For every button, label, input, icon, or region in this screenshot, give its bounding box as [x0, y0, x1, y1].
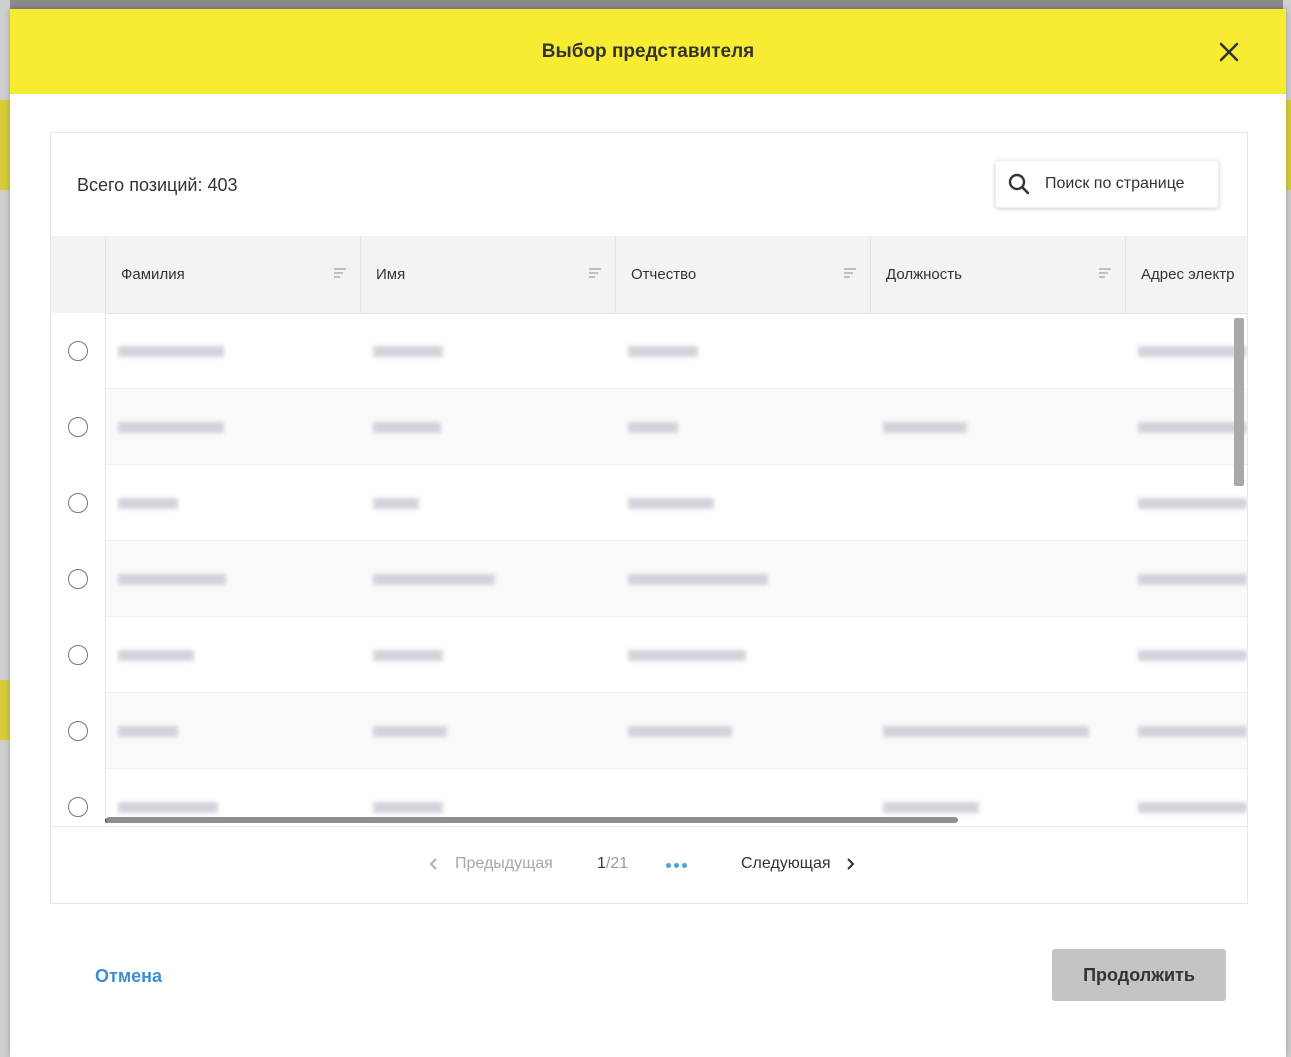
- redacted-cell: [628, 726, 732, 737]
- select-cell: [51, 465, 106, 541]
- horizontal-scrollbar[interactable]: [106, 817, 958, 823]
- select-cell: [51, 693, 106, 769]
- redacted-cell: [883, 422, 967, 433]
- redacted-cell: [118, 422, 224, 433]
- redacted-cell: [373, 498, 419, 509]
- redacted-cell: [1138, 574, 1247, 585]
- redacted-cell: [1138, 650, 1247, 661]
- redacted-cell: [118, 346, 224, 357]
- table-header: Фамилия Имя Отчество Должность Адрес эле…: [51, 236, 1247, 314]
- sort-icon[interactable]: [589, 267, 601, 279]
- column-header-email[interactable]: Адрес электр: [1126, 236, 1247, 313]
- close-icon: [1219, 42, 1239, 62]
- redacted-cell: [1138, 498, 1247, 509]
- select-cell: [51, 617, 106, 693]
- redacted-cell: [373, 422, 441, 433]
- redacted-cell: [118, 574, 226, 585]
- cancel-button[interactable]: Отмена: [95, 966, 162, 987]
- vertical-scrollbar[interactable]: [1234, 318, 1244, 486]
- header-select-cell: [51, 236, 106, 313]
- redacted-cell: [628, 498, 714, 509]
- chevron-left-icon: [429, 858, 437, 870]
- sort-icon[interactable]: [1099, 267, 1111, 279]
- pagination: Предыдущая 1/21 Следующая: [51, 826, 1247, 903]
- column-label: Должность: [886, 266, 962, 283]
- column-header-position[interactable]: Должность: [871, 236, 1126, 313]
- redacted-cell: [373, 726, 447, 737]
- row-radio[interactable]: [68, 569, 88, 589]
- redacted-cell: [628, 422, 678, 433]
- redacted-cell: [883, 726, 1089, 737]
- search-box[interactable]: [995, 160, 1219, 208]
- column-label: Фамилия: [121, 266, 185, 283]
- select-cell: [51, 389, 106, 465]
- redacted-cell: [628, 650, 746, 661]
- table-row[interactable]: [51, 541, 1247, 617]
- close-button[interactable]: [1212, 35, 1246, 69]
- dot: [682, 863, 687, 868]
- redacted-cell: [1138, 346, 1247, 357]
- select-cell: [51, 541, 106, 617]
- redacted-cell: [1138, 726, 1247, 737]
- redacted-cell: [373, 650, 443, 661]
- previous-label: Предыдущая: [455, 855, 553, 872]
- next-page-button[interactable]: Следующая: [741, 855, 855, 873]
- redacted-cell: [628, 574, 768, 585]
- redacted-cell: [1138, 422, 1247, 433]
- table-row[interactable]: [51, 389, 1247, 465]
- backdrop-highlight: [0, 100, 10, 190]
- column-label: Имя: [376, 266, 406, 283]
- row-radio[interactable]: [68, 721, 88, 741]
- select-cell: [51, 769, 106, 825]
- search-icon: [1008, 173, 1030, 195]
- modal-header: Выбор представителя: [10, 9, 1286, 94]
- column-header-firstname[interactable]: Имя: [361, 236, 616, 313]
- table-row[interactable]: [51, 465, 1247, 541]
- column-header-lastname[interactable]: Фамилия: [106, 236, 361, 313]
- redacted-cell: [118, 498, 178, 509]
- total-pages: /21: [605, 855, 629, 872]
- redacted-cell: [373, 802, 443, 813]
- sort-icon[interactable]: [844, 267, 856, 279]
- backdrop-highlight: [0, 680, 10, 740]
- previous-page-button[interactable]: Предыдущая: [429, 855, 553, 873]
- chevron-right-icon: [846, 858, 854, 870]
- redacted-cell: [883, 802, 979, 813]
- select-cell: [51, 313, 106, 389]
- redacted-cell: [118, 650, 194, 661]
- sort-icon[interactable]: [334, 267, 346, 279]
- column-label: Отчество: [631, 266, 697, 283]
- current-page: 1: [597, 855, 606, 872]
- next-label: Следующая: [741, 855, 831, 872]
- total-count: Всего позиций: 403: [77, 175, 238, 195]
- table-row[interactable]: [51, 693, 1247, 769]
- redacted-cell: [118, 802, 218, 813]
- row-radio[interactable]: [68, 645, 88, 665]
- table-card: Всего позиций: 403 Фамилия Имя: [50, 132, 1248, 904]
- modal-title: Выбор представителя: [541, 40, 755, 62]
- search-input[interactable]: [1045, 175, 1215, 193]
- column-header-patronymic[interactable]: Отчество: [616, 236, 871, 313]
- representative-modal: Выбор представителя Всего позиций: 403 Ф…: [10, 9, 1286, 1057]
- dot: [674, 863, 679, 868]
- redacted-cell: [628, 346, 698, 357]
- redacted-cell: [373, 574, 495, 585]
- row-radio[interactable]: [68, 493, 88, 513]
- dot: [666, 863, 671, 868]
- redacted-cell: [1138, 802, 1247, 813]
- row-radio[interactable]: [68, 341, 88, 361]
- table-row[interactable]: [51, 617, 1247, 693]
- redacted-cell: [118, 726, 178, 737]
- page-indicator: 1/21: [597, 855, 628, 873]
- continue-button[interactable]: Продолжить: [1052, 949, 1226, 1001]
- column-label: Адрес электр: [1141, 266, 1235, 283]
- table-body: [51, 313, 1247, 825]
- more-pages-button[interactable]: [666, 863, 687, 868]
- row-radio[interactable]: [68, 797, 88, 817]
- table-row[interactable]: [51, 313, 1247, 389]
- row-radio[interactable]: [68, 417, 88, 437]
- redacted-cell: [373, 346, 443, 357]
